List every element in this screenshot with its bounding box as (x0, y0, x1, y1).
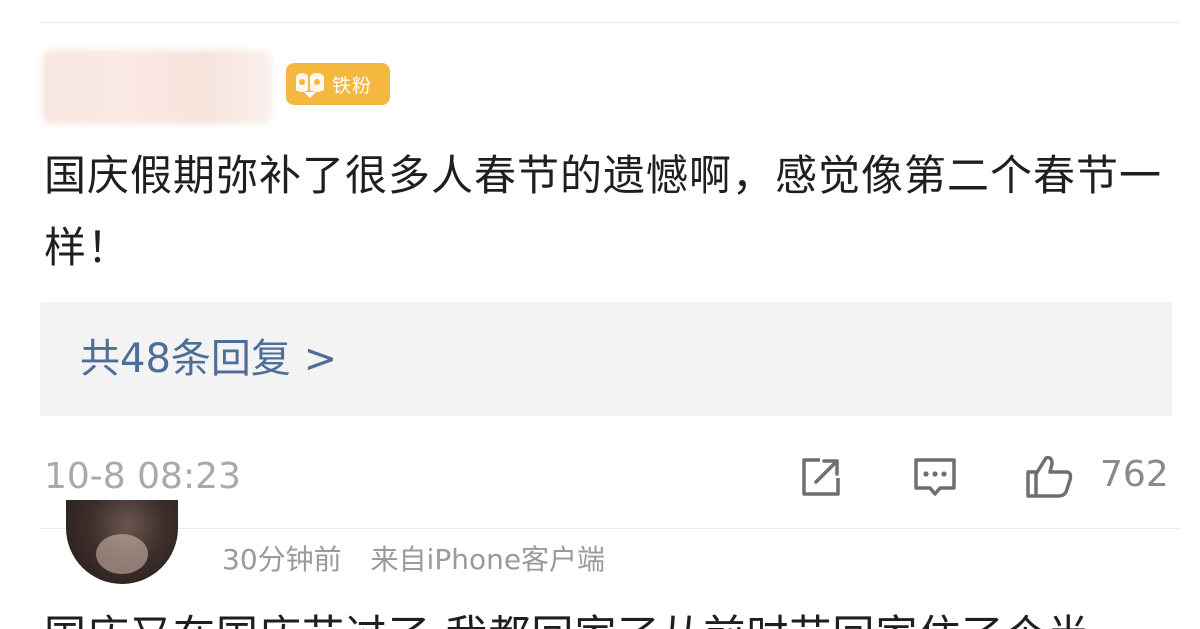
next-comment-meta: 30分钟前 来自iPhone客户端 (222, 540, 625, 580)
avatar[interactable] (66, 500, 178, 584)
weibo-comment-screen: 铁粉 国庆假期弥补了很多人春节的遗憾啊，感觉像第二个春节一样！ 共48条回复 >… (0, 0, 1200, 629)
replies-box[interactable]: 共48条回复 > (40, 302, 1172, 416)
next-comment-source: 来自iPhone客户端 (370, 543, 606, 576)
fan-badge-label: 铁粉 (332, 74, 373, 97)
share-icon[interactable] (794, 450, 848, 504)
next-comment-time: 30分钟前 (222, 543, 342, 576)
comment-text: 国庆假期弥补了很多人春节的遗憾啊，感觉像第二个春节一样！ (44, 151, 1163, 272)
next-comment-text: 国庆又在国庆节过了 我都回家了从前时节回家住了个半天 (44, 612, 1124, 629)
thumbs-up-icon[interactable] (1022, 450, 1076, 504)
comment-meta-row: 10-8 08:23 762 (44, 450, 1174, 506)
view-replies-link[interactable]: 共48条回复 > (80, 332, 337, 386)
username-blurred[interactable] (42, 50, 272, 124)
fan-badge-icon (296, 73, 324, 98)
comment-timestamp: 10-8 08:23 (44, 456, 241, 497)
bottom-divider (40, 528, 1180, 529)
fan-badge[interactable]: 铁粉 (286, 63, 390, 105)
like-count: 762 (1100, 454, 1169, 495)
top-divider (40, 22, 1180, 23)
comment-icon[interactable] (908, 450, 962, 504)
